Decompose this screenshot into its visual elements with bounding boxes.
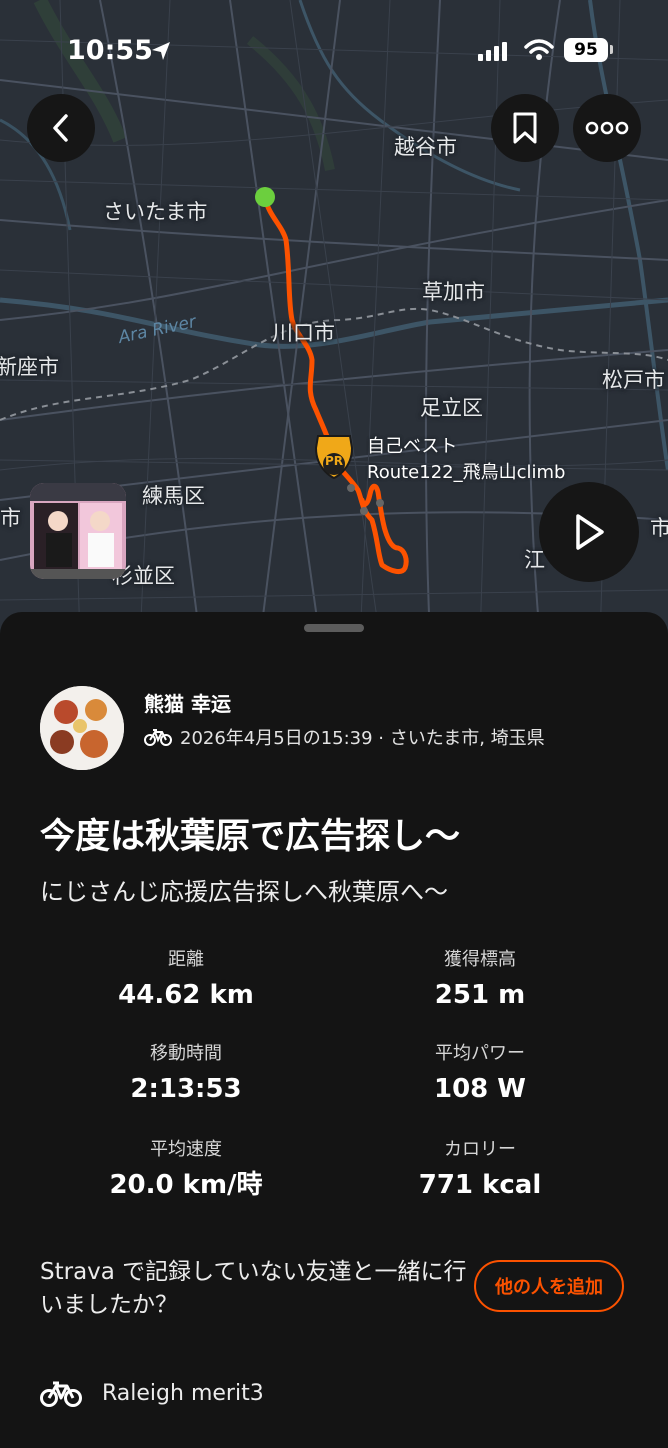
play-flyover-button[interactable] bbox=[539, 482, 639, 582]
map-label-koshigaya: 越谷市 bbox=[394, 135, 457, 159]
play-icon bbox=[576, 514, 604, 550]
map-label-nerima: 練馬区 bbox=[142, 484, 205, 508]
stat-distance: 距離 44.62 km bbox=[36, 948, 336, 1012]
location-arrow-icon bbox=[152, 42, 170, 60]
more-options-button[interactable] bbox=[573, 94, 641, 162]
pr-badge-icon: PR bbox=[324, 454, 344, 468]
map-label-adachi: 足立区 bbox=[420, 396, 483, 420]
stat-avg-power: 平均パワー 108 W bbox=[330, 1042, 630, 1106]
map-label-soka: 草加市 bbox=[422, 280, 485, 304]
map-label-matsudo: 松戸市 bbox=[602, 368, 665, 392]
battery-indicator: 95 bbox=[564, 38, 608, 62]
stat-calories: カロリー 771 kcal bbox=[330, 1138, 630, 1202]
cellular-signal-icon bbox=[478, 42, 507, 61]
photo-image bbox=[30, 483, 126, 579]
bookmark-icon bbox=[513, 112, 537, 144]
pr-annotation[interactable]: 自己ベスト Route122_飛鳥山climb bbox=[367, 434, 565, 486]
stat-label: 平均パワー bbox=[435, 1043, 525, 1064]
stat-label: 移動時間 bbox=[150, 1043, 222, 1064]
back-button[interactable] bbox=[27, 94, 95, 162]
stat-value: 20.0 km/時 bbox=[109, 1170, 263, 1200]
map-label-city-right: 市 bbox=[650, 516, 668, 540]
map-label-saitama: さいたま市 bbox=[103, 200, 208, 224]
back-icon bbox=[53, 114, 68, 142]
bike-icon bbox=[40, 1381, 82, 1407]
avatar[interactable] bbox=[40, 686, 124, 770]
bookmark-button[interactable] bbox=[491, 94, 559, 162]
status-time: 10:55 bbox=[67, 35, 153, 66]
more-icon bbox=[585, 121, 629, 135]
stat-value: 771 kcal bbox=[418, 1170, 542, 1200]
stat-moving-time: 移動時間 2:13:53 bbox=[36, 1042, 336, 1106]
activity-date-location: 2026年4月5日の15:39 · さいたま市, 埼玉県 bbox=[180, 728, 545, 749]
stat-value: 44.62 km bbox=[118, 980, 254, 1010]
stat-elevation: 獲得標高 251 m bbox=[330, 948, 630, 1012]
stat-value: 251 m bbox=[434, 980, 526, 1010]
gear-row[interactable]: Raleigh merit3 bbox=[40, 1378, 264, 1408]
gear-name: Raleigh merit3 bbox=[102, 1380, 264, 1406]
avatar-image bbox=[40, 686, 124, 770]
add-others-button[interactable]: 他の人を追加 bbox=[474, 1260, 624, 1312]
stat-value: 2:13:53 bbox=[130, 1074, 242, 1104]
pr-caption: 自己ベスト bbox=[367, 436, 458, 457]
wifi-icon bbox=[524, 39, 554, 60]
bike-icon bbox=[144, 729, 172, 746]
activity-description: にじさんじ応援広告探しへ秋葉原へ〜 bbox=[40, 878, 448, 906]
stat-value: 108 W bbox=[433, 1074, 526, 1104]
activity-photo-thumbnail[interactable] bbox=[30, 483, 126, 579]
pr-segment-name: Route122_飛鳥山climb bbox=[367, 462, 566, 483]
add-friends-prompt: Strava で記録していない友達と一緒に行いましたか？ bbox=[40, 1259, 467, 1318]
map-label-niiza: 新座市 bbox=[0, 355, 59, 379]
stat-label: 距離 bbox=[168, 949, 204, 970]
athlete-name[interactable]: 熊猫 幸运 bbox=[144, 688, 231, 717]
map-label-city-left: 市 bbox=[0, 506, 21, 530]
stat-label: 獲得標高 bbox=[444, 949, 516, 970]
stat-label: カロリー bbox=[444, 1139, 516, 1160]
battery-nub bbox=[610, 45, 613, 54]
activity-meta: 2026年4月5日の15:39 · さいたま市, 埼玉県 bbox=[144, 724, 545, 750]
sheet-drag-handle[interactable] bbox=[304, 624, 364, 632]
stat-label: 平均速度 bbox=[150, 1139, 222, 1160]
stat-avg-speed: 平均速度 20.0 km/時 bbox=[36, 1138, 336, 1202]
activity-title: 今度は秋葉原で広告探し〜 bbox=[40, 817, 461, 857]
activity-sheet: 熊猫 幸运 2026年4月5日の15:39 · さいたま市, 埼玉県 今度は秋葉… bbox=[0, 612, 668, 1448]
map-label-kawaguchi: 川口市 bbox=[272, 321, 335, 345]
status-bar: 10:55 95 bbox=[0, 0, 668, 100]
